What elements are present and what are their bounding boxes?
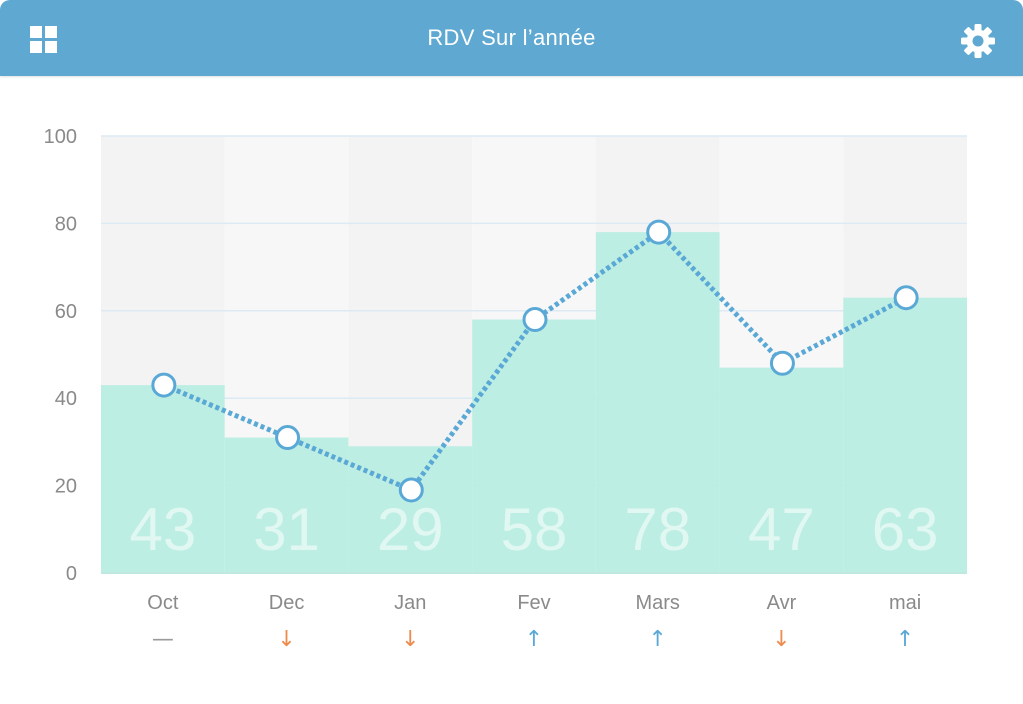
trend-up-icon: ↑ xyxy=(896,627,914,652)
y-tick-label: 100 xyxy=(44,126,77,148)
header-bar: RDV Sur l’année xyxy=(0,0,1023,76)
y-tick-label: 40 xyxy=(55,388,77,410)
bar-value-label: 78 xyxy=(624,496,691,563)
line-point xyxy=(893,285,919,311)
y-tick-label: 20 xyxy=(55,476,77,498)
x-tick-label: Jan xyxy=(394,592,426,614)
line-point xyxy=(769,350,795,376)
bar-value-label: 58 xyxy=(501,496,568,563)
x-tick-label: Avr xyxy=(767,592,797,614)
y-tick-label: 80 xyxy=(55,213,77,235)
trend-down-icon: ↓ xyxy=(277,627,295,652)
gear-icon xyxy=(961,24,995,58)
app-window: RDV Sur l’année 43 31 29 58 78 47 63 0 2… xyxy=(0,0,1023,704)
x-tick-label: Dec xyxy=(269,592,305,614)
trend-flat-icon: — xyxy=(152,627,174,652)
trend-down-icon: ↓ xyxy=(401,627,419,652)
line-point xyxy=(646,219,672,245)
appointments-chart: 43 31 29 58 78 47 63 0 20 40 60 80 100 Oct Dec Jan Fev… xyxy=(44,126,967,652)
y-tick-label: 0 xyxy=(66,563,77,585)
line-point xyxy=(275,425,301,451)
line-point xyxy=(522,307,548,333)
bar-value-label: 63 xyxy=(872,496,939,563)
x-tick-label: Oct xyxy=(147,592,179,614)
trend-up-icon: ↑ xyxy=(525,627,543,652)
trend-down-icon: ↓ xyxy=(772,627,790,652)
line-point xyxy=(151,372,177,398)
bar-value-label: 29 xyxy=(377,496,444,563)
x-axis-tick-labels: Oct Dec Jan Fev Mars Avr mai xyxy=(147,592,921,614)
bar-value-label: 47 xyxy=(748,496,815,563)
trend-up-icon: ↑ xyxy=(648,627,666,652)
x-tick-label: Fev xyxy=(517,592,550,614)
line-point xyxy=(398,477,424,503)
bar-value-label: 31 xyxy=(253,496,320,563)
x-tick-label: mai xyxy=(889,592,921,614)
page-title: RDV Sur l’année xyxy=(427,25,596,50)
trend-indicators: — ↓ ↓ ↑ ↑ ↓ ↑ xyxy=(152,627,915,652)
bar-value-label: 43 xyxy=(129,496,196,563)
y-tick-label: 60 xyxy=(55,301,77,323)
y-axis-tick-labels: 0 20 40 60 80 100 xyxy=(44,126,77,585)
x-tick-label: Mars xyxy=(635,592,679,614)
settings-button[interactable] xyxy=(958,21,998,61)
